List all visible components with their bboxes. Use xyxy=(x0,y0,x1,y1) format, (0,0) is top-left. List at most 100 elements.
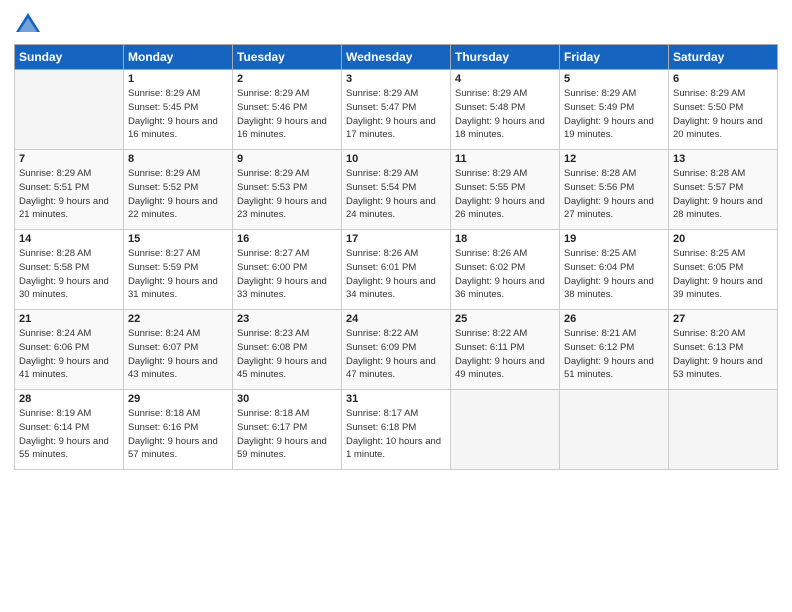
week-row-1: 1 Sunrise: 8:29 AMSunset: 5:45 PMDaylight… xyxy=(15,70,778,150)
calendar-table: SundayMondayTuesdayWednesdayThursdayFrid… xyxy=(14,44,778,470)
calendar-cell: 1 Sunrise: 8:29 AMSunset: 5:45 PMDaylight… xyxy=(124,70,233,150)
day-number: 26 xyxy=(564,313,664,325)
day-info: Sunrise: 8:24 AMSunset: 6:06 PMDaylight:… xyxy=(19,327,119,382)
day-info: Sunrise: 8:23 AMSunset: 6:08 PMDaylight:… xyxy=(237,327,337,382)
day-info: Sunrise: 8:29 AMSunset: 5:55 PMDaylight:… xyxy=(455,167,555,222)
day-number: 18 xyxy=(455,233,555,245)
day-number: 27 xyxy=(673,313,773,325)
calendar-cell: 6Sunrise: 8:29 AMSunset: 5:50 PMDaylight… xyxy=(669,70,778,150)
calendar-cell: 23 Sunrise: 8:23 AMSunset: 6:08 PMDayligh… xyxy=(233,310,342,390)
day-number: 13 xyxy=(673,153,773,165)
day-info: Sunrise: 8:20 AMSunset: 6:13 PMDaylight:… xyxy=(673,327,773,382)
day-info: Sunrise: 8:29 AMSunset: 5:54 PMDaylight:… xyxy=(346,167,446,222)
day-info: Sunrise: 8:18 AMSunset: 6:17 PMDaylight:… xyxy=(237,407,337,462)
day-number: 14 xyxy=(19,233,119,245)
calendar-cell: 5 Sunrise: 8:29 AMSunset: 5:49 PMDaylight… xyxy=(560,70,669,150)
day-info: Sunrise: 8:28 AMSunset: 5:57 PMDaylight:… xyxy=(673,167,773,222)
calendar-cell: 27 Sunrise: 8:20 AMSunset: 6:13 PMDayligh… xyxy=(669,310,778,390)
day-info: Sunrise: 8:29 AMSunset: 5:51 PMDaylight:… xyxy=(19,167,119,222)
day-info: Sunrise: 8:26 AMSunset: 6:02 PMDaylight:… xyxy=(455,247,555,302)
logo xyxy=(14,10,46,38)
day-number: 31 xyxy=(346,393,446,405)
day-number: 19 xyxy=(564,233,664,245)
day-info: Sunrise: 8:24 AMSunset: 6:07 PMDaylight:… xyxy=(128,327,228,382)
day-number: 21 xyxy=(19,313,119,325)
day-number: 15 xyxy=(128,233,228,245)
day-info: Sunrise: 8:26 AMSunset: 6:01 PMDaylight:… xyxy=(346,247,446,302)
day-number: 10 xyxy=(346,153,446,165)
day-number: 12 xyxy=(564,153,664,165)
day-info: Sunrise: 8:17 AMSunset: 6:18 PMDaylight:… xyxy=(346,407,446,462)
day-info: Sunrise: 8:25 AMSunset: 6:04 PMDaylight:… xyxy=(564,247,664,302)
day-info: Sunrise: 8:22 AMSunset: 6:09 PMDaylight:… xyxy=(346,327,446,382)
weekday-header-friday: Friday xyxy=(560,45,669,70)
day-number: 11 xyxy=(455,153,555,165)
weekday-header-wednesday: Wednesday xyxy=(342,45,451,70)
day-info: Sunrise: 8:27 AMSunset: 6:00 PMDaylight:… xyxy=(237,247,337,302)
day-number: 1 xyxy=(128,73,228,85)
day-info: Sunrise: 8:21 AMSunset: 6:12 PMDaylight:… xyxy=(564,327,664,382)
logo-icon xyxy=(14,10,42,38)
day-number: 9 xyxy=(237,153,337,165)
calendar-cell: 8Sunrise: 8:29 AMSunset: 5:52 PMDaylight… xyxy=(124,150,233,230)
day-info: Sunrise: 8:18 AMSunset: 6:16 PMDaylight:… xyxy=(128,407,228,462)
calendar-cell xyxy=(560,390,669,470)
calendar-page: SundayMondayTuesdayWednesdayThursdayFrid… xyxy=(0,0,792,612)
day-number: 5 xyxy=(564,73,664,85)
day-number: 30 xyxy=(237,393,337,405)
weekday-header-monday: Monday xyxy=(124,45,233,70)
day-number: 6 xyxy=(673,73,773,85)
calendar-cell: 9Sunrise: 8:29 AMSunset: 5:53 PMDaylight… xyxy=(233,150,342,230)
calendar-cell: 24Sunrise: 8:22 AMSunset: 6:09 PMDayligh… xyxy=(342,310,451,390)
week-row-4: 21 Sunrise: 8:24 AMSunset: 6:06 PMDayligh… xyxy=(15,310,778,390)
day-number: 8 xyxy=(128,153,228,165)
day-info: Sunrise: 8:22 AMSunset: 6:11 PMDaylight:… xyxy=(455,327,555,382)
calendar-cell: 3 Sunrise: 8:29 AMSunset: 5:47 PMDaylight… xyxy=(342,70,451,150)
weekday-header-saturday: Saturday xyxy=(669,45,778,70)
calendar-cell: 26 Sunrise: 8:21 AMSunset: 6:12 PMDayligh… xyxy=(560,310,669,390)
weekday-header-thursday: Thursday xyxy=(451,45,560,70)
day-info: Sunrise: 8:29 AMSunset: 5:47 PMDaylight:… xyxy=(346,87,446,142)
day-number: 3 xyxy=(346,73,446,85)
week-row-3: 14Sunrise: 8:28 AMSunset: 5:58 PMDayligh… xyxy=(15,230,778,310)
day-number: 23 xyxy=(237,313,337,325)
calendar-cell: 18 Sunrise: 8:26 AMSunset: 6:02 PMDayligh… xyxy=(451,230,560,310)
calendar-cell: 4Sunrise: 8:29 AMSunset: 5:48 PMDaylight… xyxy=(451,70,560,150)
day-info: Sunrise: 8:29 AMSunset: 5:45 PMDaylight:… xyxy=(128,87,228,142)
calendar-cell: 2 Sunrise: 8:29 AMSunset: 5:46 PMDaylight… xyxy=(233,70,342,150)
day-number: 25 xyxy=(455,313,555,325)
day-info: Sunrise: 8:27 AMSunset: 5:59 PMDaylight:… xyxy=(128,247,228,302)
day-info: Sunrise: 8:29 AMSunset: 5:46 PMDaylight:… xyxy=(237,87,337,142)
calendar-cell xyxy=(15,70,124,150)
calendar-cell: 31 Sunrise: 8:17 AMSunset: 6:18 PMDayligh… xyxy=(342,390,451,470)
day-info: Sunrise: 8:28 AMSunset: 5:56 PMDaylight:… xyxy=(564,167,664,222)
calendar-cell: 19 Sunrise: 8:25 AMSunset: 6:04 PMDayligh… xyxy=(560,230,669,310)
calendar-cell: 12 Sunrise: 8:28 AMSunset: 5:56 PMDayligh… xyxy=(560,150,669,230)
week-row-5: 28 Sunrise: 8:19 AMSunset: 6:14 PMDayligh… xyxy=(15,390,778,470)
calendar-cell: 20 Sunrise: 8:25 AMSunset: 6:05 PMDayligh… xyxy=(669,230,778,310)
calendar-cell: 7 Sunrise: 8:29 AMSunset: 5:51 PMDaylight… xyxy=(15,150,124,230)
day-number: 20 xyxy=(673,233,773,245)
day-number: 7 xyxy=(19,153,119,165)
calendar-cell: 28 Sunrise: 8:19 AMSunset: 6:14 PMDayligh… xyxy=(15,390,124,470)
day-number: 22 xyxy=(128,313,228,325)
calendar-cell: 29 Sunrise: 8:18 AMSunset: 6:16 PMDayligh… xyxy=(124,390,233,470)
page-header xyxy=(14,10,778,38)
day-number: 2 xyxy=(237,73,337,85)
weekday-header-tuesday: Tuesday xyxy=(233,45,342,70)
calendar-cell: 13 Sunrise: 8:28 AMSunset: 5:57 PMDayligh… xyxy=(669,150,778,230)
day-number: 29 xyxy=(128,393,228,405)
day-number: 16 xyxy=(237,233,337,245)
week-row-2: 7 Sunrise: 8:29 AMSunset: 5:51 PMDaylight… xyxy=(15,150,778,230)
calendar-cell xyxy=(451,390,560,470)
weekday-header-sunday: Sunday xyxy=(15,45,124,70)
calendar-cell: 17Sunrise: 8:26 AMSunset: 6:01 PMDayligh… xyxy=(342,230,451,310)
day-info: Sunrise: 8:25 AMSunset: 6:05 PMDaylight:… xyxy=(673,247,773,302)
calendar-cell: 25 Sunrise: 8:22 AMSunset: 6:11 PMDayligh… xyxy=(451,310,560,390)
calendar-cell: 14Sunrise: 8:28 AMSunset: 5:58 PMDayligh… xyxy=(15,230,124,310)
day-number: 28 xyxy=(19,393,119,405)
day-number: 4 xyxy=(455,73,555,85)
day-info: Sunrise: 8:29 AMSunset: 5:49 PMDaylight:… xyxy=(564,87,664,142)
calendar-cell: 22 Sunrise: 8:24 AMSunset: 6:07 PMDayligh… xyxy=(124,310,233,390)
day-info: Sunrise: 8:19 AMSunset: 6:14 PMDaylight:… xyxy=(19,407,119,462)
